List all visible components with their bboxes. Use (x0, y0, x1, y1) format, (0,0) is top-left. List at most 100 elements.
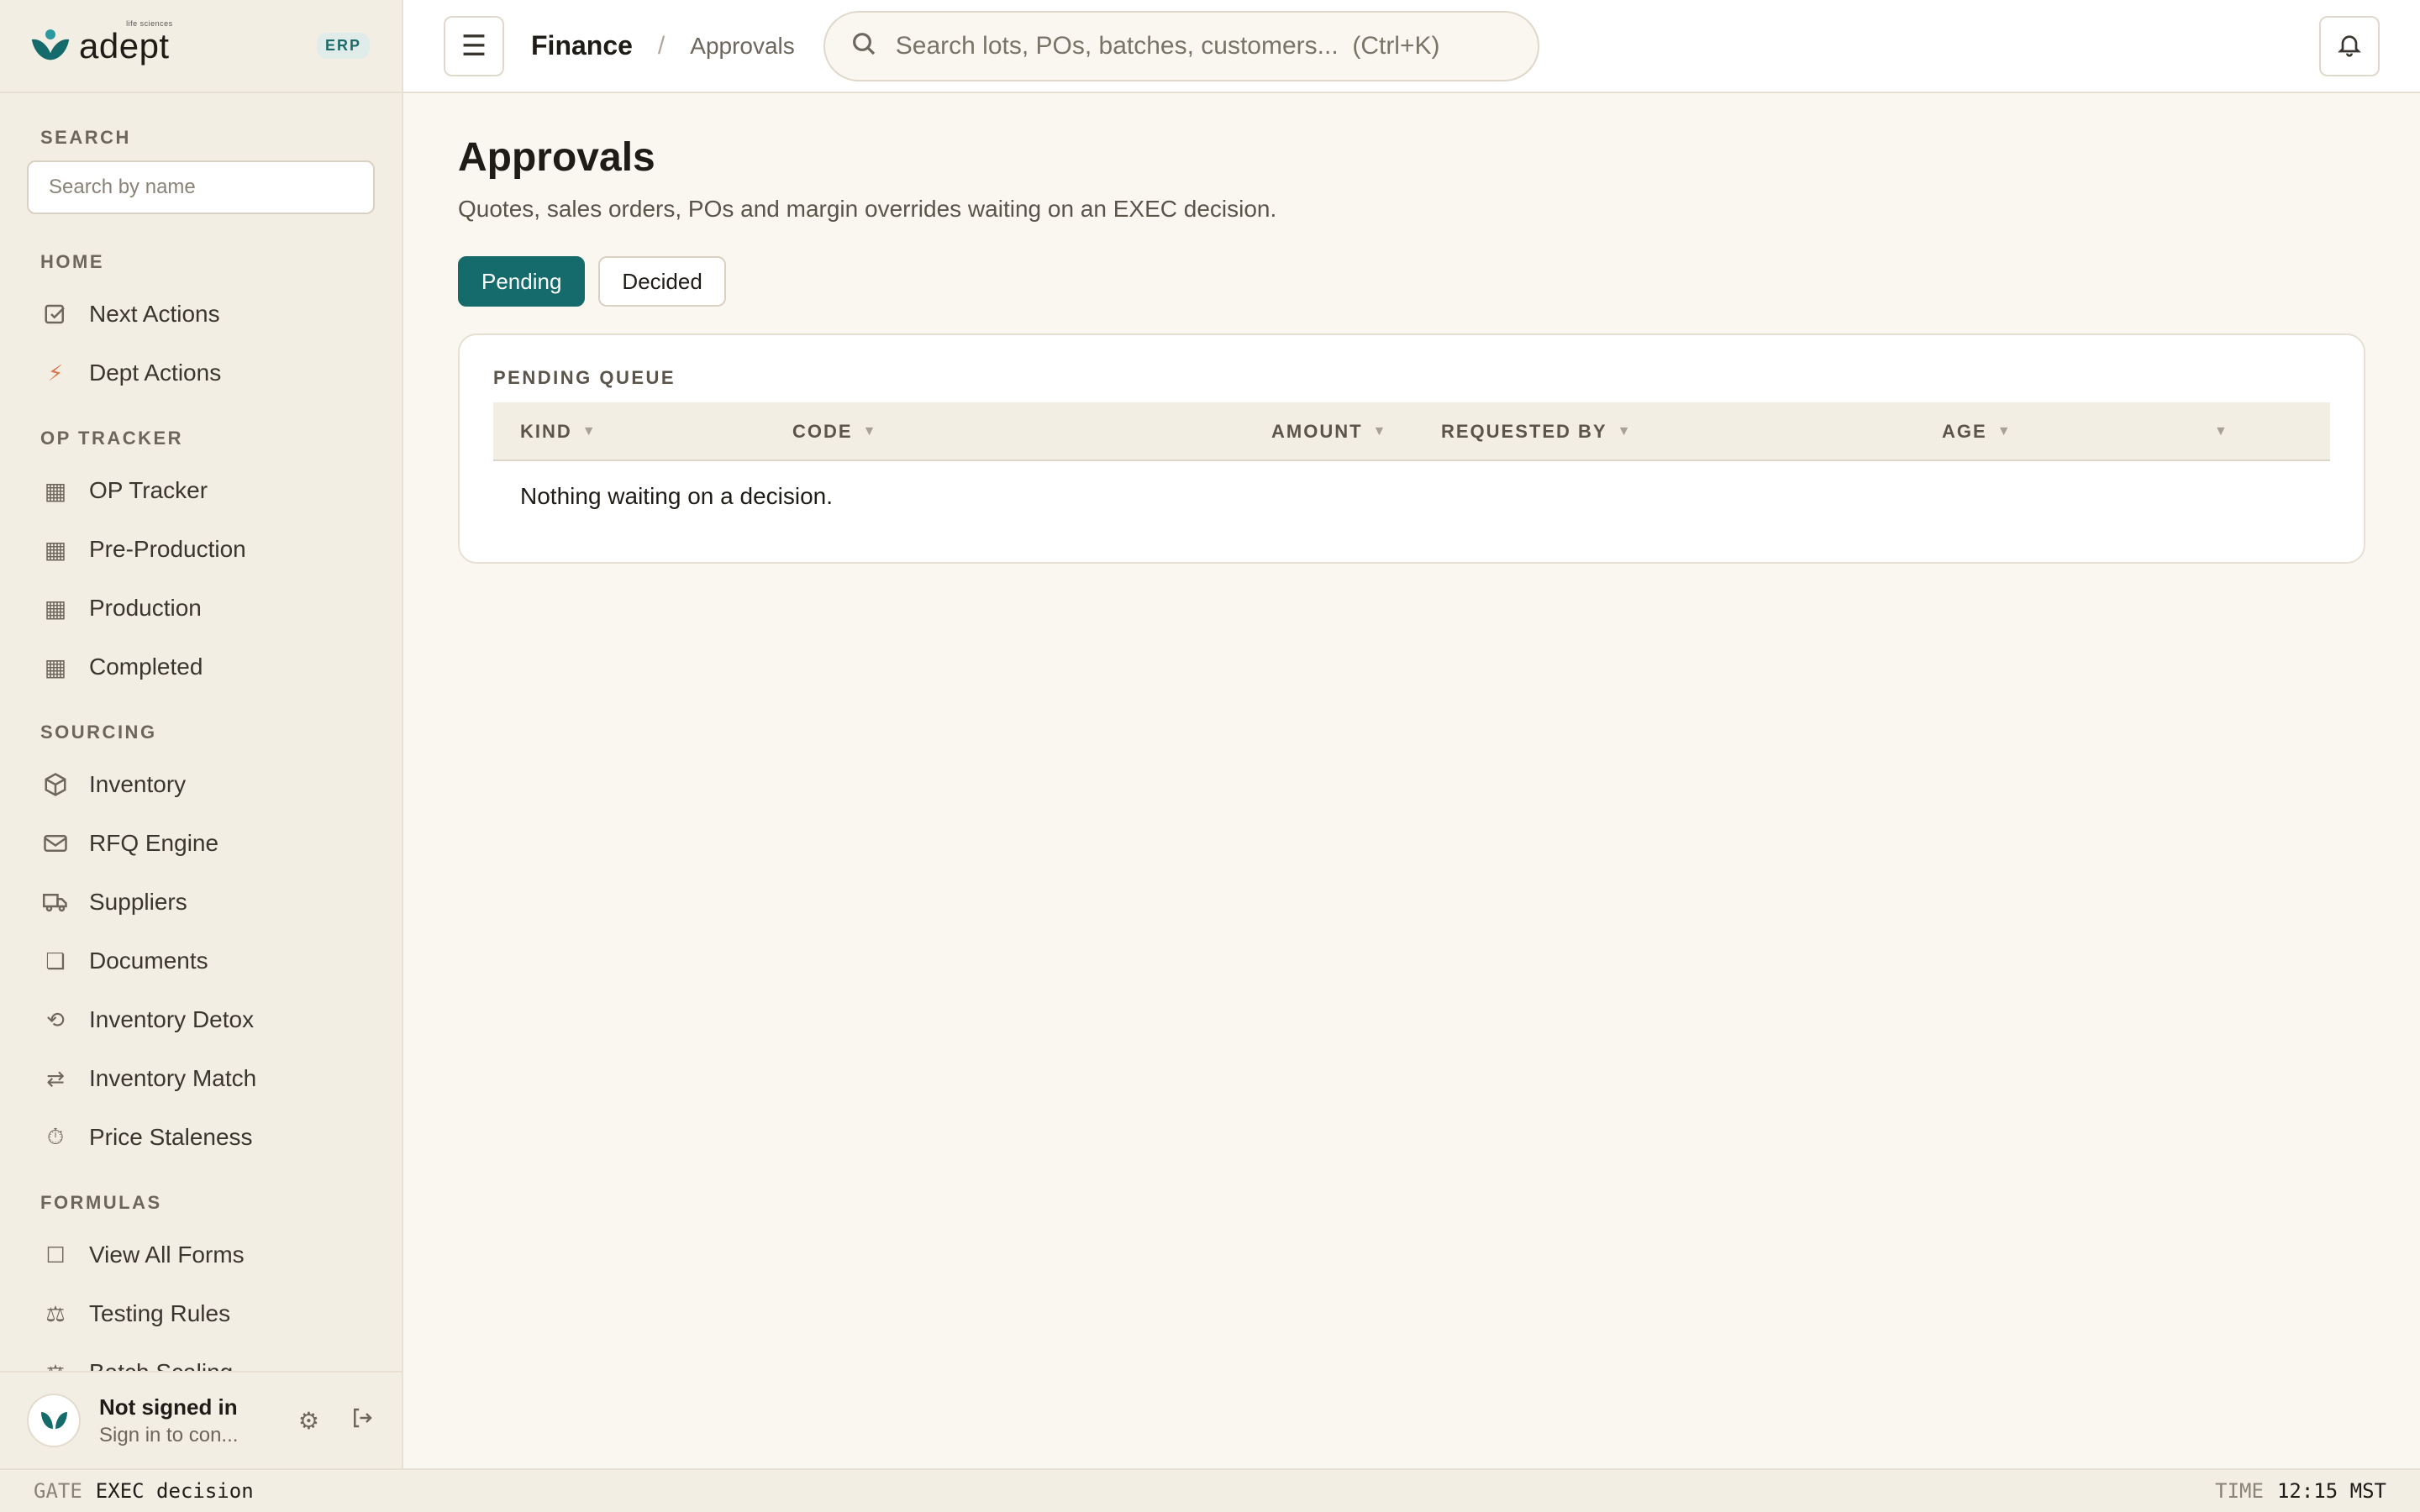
gate-label: GATE (34, 1479, 82, 1503)
breadcrumb-current: Approvals (690, 32, 795, 59)
time-label: TIME (2215, 1479, 2264, 1503)
sidebar-item-price-staleness[interactable]: ⏱ Price Staleness (27, 1108, 375, 1167)
settings-gear-icon[interactable]: ⚙ (298, 1407, 319, 1435)
user-info: Not signed in Sign in to con... (99, 1394, 238, 1447)
notifications-button[interactable] (2319, 15, 2380, 76)
sidebar-item-dept-actions[interactable]: ⚡ Dept Actions (27, 344, 375, 402)
sidebar-item-pre-production[interactable]: ▦ Pre-Production (27, 520, 375, 579)
leaf-logo-icon (31, 29, 70, 63)
sidebar-item-suppliers[interactable]: Suppliers (27, 873, 375, 932)
menu-toggle-button[interactable]: ☰ (444, 15, 504, 76)
sort-caret-icon: ▼ (581, 424, 597, 438)
sidebar-item-inventory[interactable]: Inventory (27, 755, 375, 814)
sidebar-item-label: Production (89, 595, 202, 621)
sign-out-icon[interactable] (350, 1405, 375, 1436)
time-value: 12:15 MST (2276, 1479, 2386, 1503)
sidebar-item-inventory-detox[interactable]: ⟲ Inventory Detox (27, 990, 375, 1049)
column-header-requested-by[interactable]: REQUESTED BY ▼ (1441, 402, 1632, 461)
sidebar-nav: SEARCH HOME Next Actions ⚡ Dept Actions … (0, 93, 402, 1372)
sidebar-item-label: Inventory (89, 771, 187, 797)
main-content: Approvals Quotes, sales orders, POs and … (458, 134, 2365, 564)
tab-pending[interactable]: Pending (458, 256, 586, 307)
grid-icon: ▦ (44, 477, 67, 504)
user-subtitle[interactable]: Sign in to con... (99, 1424, 238, 1447)
sidebar-item-label: Inventory Detox (89, 1006, 255, 1032)
search-section-label: SEARCH (40, 127, 131, 148)
erp-badge: ERP (316, 33, 370, 59)
grid-icon: ▦ (44, 536, 67, 563)
box-icon (42, 771, 69, 798)
sidebar-item-label: Next Actions (89, 301, 220, 327)
sort-caret-icon: ▼ (1996, 424, 2012, 438)
sidebar-item-label: Price Staleness (89, 1124, 253, 1150)
status-bar: GATE EXEC decision TIME 12:15 MST (0, 1468, 2420, 1512)
sidebar-item-label: OP Tracker (89, 477, 208, 503)
brand-logo[interactable]: adept life sciences (31, 19, 172, 66)
sidebar-item-label: Documents (89, 948, 208, 974)
brand-tagline: life sciences (126, 18, 173, 28)
truck-icon (42, 889, 69, 916)
grid-icon: ▦ (44, 595, 67, 622)
sidebar-item-op-tracker[interactable]: ▦ OP Tracker (27, 461, 375, 520)
sidebar-search-input[interactable] (27, 160, 375, 214)
avatar[interactable] (27, 1394, 81, 1447)
mail-icon (42, 830, 69, 857)
sidebar-item-testing-rules[interactable]: ⚖ Testing Rules (27, 1284, 375, 1343)
sidebar-item-rfq-engine[interactable]: RFQ Engine (27, 814, 375, 873)
sort-caret-icon: ▼ (2214, 424, 2229, 438)
column-header-actions[interactable]: ▼ (2204, 402, 2229, 461)
global-search[interactable] (823, 10, 1539, 81)
column-header-kind[interactable]: KIND ▼ (520, 402, 597, 461)
square-icon: ☐ (45, 1242, 66, 1268)
empty-state-message: Nothing waiting on a decision. (520, 483, 834, 509)
brand-header: adept life sciences ERP (0, 0, 402, 93)
nav-group-sourcing: SOURCING Inventory RFQ Engine Suppliers … (27, 722, 375, 1167)
sidebar-item-batch-scaling[interactable]: ⚖ Batch Scaling (27, 1343, 375, 1372)
grid-icon: ▦ (44, 654, 67, 680)
section-label-sourcing: SOURCING (40, 722, 157, 743)
sidebar-item-label: RFQ Engine (89, 830, 219, 856)
sidebar-item-label: Inventory Match (89, 1065, 257, 1091)
bell-icon (2336, 31, 2363, 60)
nav-group-op-tracker: OP TRACKER ▦ OP Tracker ▦ Pre-Production… (27, 428, 375, 696)
pending-queue-card: PENDING QUEUE KIND ▼ CODE ▼ AMOUNT ▼ REQUES… (458, 333, 2365, 564)
column-header-amount[interactable]: AMOUNT ▼ (1271, 402, 1387, 461)
refresh-icon: ⟲ (46, 1006, 65, 1032)
page-title: Approvals (458, 135, 655, 180)
global-search-input[interactable] (895, 31, 1518, 60)
sidebar-item-production[interactable]: ▦ Production (27, 579, 375, 638)
sidebar-item-documents[interactable]: ❏ Documents (27, 932, 375, 990)
sidebar-item-label: Batch Scaling (89, 1359, 233, 1372)
sidebar-item-label: Pre-Production (89, 536, 246, 562)
section-label-op-tracker: OP TRACKER (40, 428, 184, 449)
column-header-age[interactable]: AGE ▼ (1942, 402, 2012, 461)
sidebar-item-label: View All Forms (89, 1242, 245, 1268)
nav-group-formulas: FORMULAS ☐ View All Forms ⚖ Testing Rule… (27, 1192, 375, 1372)
scale-icon: ⚖ (42, 1359, 69, 1373)
sort-caret-icon: ▼ (1617, 424, 1633, 438)
breadcrumb-root[interactable]: Finance (531, 30, 633, 61)
tab-decided[interactable]: Decided (598, 256, 726, 307)
hamburger-icon: ☰ (460, 29, 487, 62)
sidebar-item-label: Suppliers (89, 889, 187, 915)
user-panel: Not signed in Sign in to con... ⚙ (0, 1371, 402, 1468)
sidebar-item-label: Testing Rules (89, 1300, 231, 1326)
sidebar-item-completed[interactable]: ▦ Completed (27, 638, 375, 696)
section-label-home: HOME (40, 251, 104, 272)
sidebar-item-inventory-match[interactable]: ⇄ Inventory Match (27, 1049, 375, 1108)
sidebar-item-label: Dept Actions (89, 360, 222, 386)
section-label-formulas: FORMULAS (40, 1192, 162, 1213)
search-icon (850, 30, 877, 61)
sidebar-item-view-all-forms[interactable]: ☐ View All Forms (27, 1226, 375, 1284)
swap-icon: ⇄ (46, 1065, 65, 1091)
top-bar: ☰ Finance / Approvals (403, 0, 2420, 93)
document-icon: ❏ (45, 948, 66, 974)
card-label: PENDING QUEUE (493, 367, 676, 388)
page-subtitle: Quotes, sales orders, POs and margin ove… (458, 196, 1277, 222)
approval-tabs: Pending Decided (458, 256, 2365, 307)
table-header: KIND ▼ CODE ▼ AMOUNT ▼ REQUESTED BY ▼ AGE ▼ ▼ (493, 402, 2330, 461)
gate-value: EXEC decision (95, 1479, 254, 1503)
user-actions: ⚙ (298, 1405, 375, 1436)
column-header-code[interactable]: CODE ▼ (792, 402, 877, 461)
sidebar-item-next-actions[interactable]: Next Actions (27, 285, 375, 344)
